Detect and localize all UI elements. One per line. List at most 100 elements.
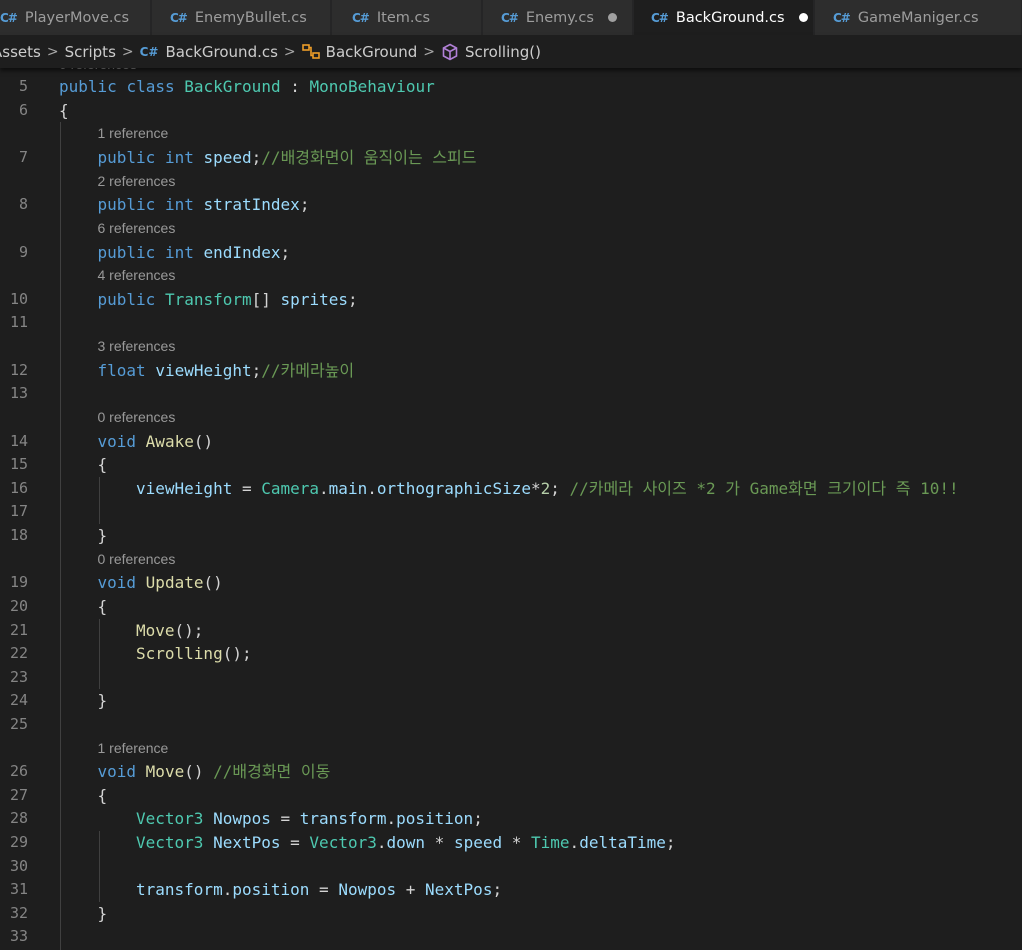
code-text[interactable]: {	[98, 595, 108, 619]
codelens-references[interactable]: 1 reference	[98, 737, 169, 761]
tab-enemybullet[interactable]: C# EnemyBullet.cs	[152, 0, 331, 35]
code-line: 23	[0, 666, 1022, 690]
code-token: //카메라 사이즈 *2 가 Game화면 크기이다 즉 10!!	[569, 478, 959, 498]
code-token: orthographicSize	[376, 478, 531, 498]
code-text[interactable]: }	[98, 689, 108, 713]
tab-enemy[interactable]: C# Enemy.cs	[483, 0, 633, 35]
unsaved-changes-dot-icon[interactable]	[607, 13, 617, 22]
code-token: ()	[193, 431, 214, 451]
tab-label: Item.cs	[376, 9, 431, 26]
breadcrumb-folder-assets[interactable]: Assets	[0, 43, 41, 61]
code-text[interactable]: {	[59, 99, 69, 123]
code-token: //카메라높이	[261, 360, 355, 380]
code-line: 5 public class BackGround : MonoBehaviour	[0, 75, 1022, 99]
code-line: 32}	[0, 902, 1022, 926]
code-token: ;	[473, 809, 483, 829]
code-token: float	[97, 360, 146, 380]
code-text[interactable]: void Move() //배경화면 이동	[98, 760, 331, 784]
code-text[interactable]: public class BackGround : MonoBehaviour	[59, 75, 435, 99]
breadcrumb-class-label: BackGround	[325, 42, 418, 61]
tab-playermove[interactable]: C# PlayerMove.cs	[0, 0, 151, 35]
code-token: =	[280, 833, 310, 852]
line-number: 26	[9, 762, 28, 781]
code-text[interactable]: {	[98, 453, 108, 477]
line-number: 22	[9, 644, 28, 663]
code-text[interactable]: {	[98, 784, 108, 808]
code-token: .	[569, 833, 580, 852]
tab-item[interactable]: C# Item.cs	[332, 0, 482, 35]
indent-guide	[98, 831, 100, 902]
tab-label: GameManiger.cs	[857, 9, 979, 26]
code-token: Vector3	[309, 833, 377, 852]
code-token: Camera	[261, 478, 320, 498]
code-text[interactable]: }	[98, 524, 108, 548]
breadcrumb-file[interactable]: C# BackGround.cs	[140, 43, 278, 61]
code-text[interactable]: public int speed;//배경화면이 움직이는 스피드	[98, 146, 477, 170]
code-token: ;	[665, 833, 676, 852]
indent-guide	[60, 122, 61, 950]
code-token: public	[97, 147, 156, 167]
tab-label: PlayerMove.cs	[24, 9, 130, 26]
breadcrumb-folder-scripts[interactable]: Scripts	[65, 43, 116, 61]
code-line: 33	[0, 925, 1022, 949]
code-text[interactable]: Vector3 NextPos = Vector3.down * speed *…	[136, 831, 676, 855]
line-number: 23	[9, 667, 28, 686]
code-text[interactable]: Move();	[136, 619, 203, 643]
code-token: ;	[251, 147, 262, 167]
line-number: 25	[9, 714, 28, 733]
chevron-right-icon: >	[283, 43, 296, 60]
code-text[interactable]: transform.position = Nowpos + NextPos;	[136, 878, 502, 902]
codelens-references[interactable]: 1 reference	[98, 122, 169, 146]
codelens-references[interactable]: 4 references	[98, 264, 176, 288]
code-text[interactable]: public int endIndex;	[98, 241, 291, 265]
code-token: sprites	[280, 289, 348, 309]
codelens-references[interactable]: 0 references	[98, 406, 176, 430]
codelens-references[interactable]: 2 references	[98, 170, 176, 194]
code-editor[interactable]: 0 references 5 public class BackGround : …	[0, 68, 1022, 950]
code-token: .	[367, 478, 377, 498]
tab-gamemaniger[interactable]: C# GameManiger.cs	[815, 0, 1022, 35]
codelens-references[interactable]: 6 references	[98, 217, 176, 241]
tab-background[interactable]: C# BackGround.cs	[634, 0, 814, 35]
code-token: =	[270, 809, 300, 829]
code-text[interactable]: }	[98, 902, 108, 926]
line-number: 15	[9, 455, 28, 474]
breadcrumb-class[interactable]: BackGround	[301, 42, 418, 61]
code-line: 11	[0, 311, 1022, 335]
code-text[interactable]: public int stratIndex;	[98, 193, 310, 217]
code-text[interactable]: Vector3 Nowpos = transform.position;	[136, 807, 483, 831]
breadcrumb-method[interactable]: Scrolling()	[441, 43, 541, 61]
codelens-references[interactable]: 0 references	[98, 548, 176, 572]
code-text[interactable]: void Awake()	[98, 430, 214, 454]
code-token: BackGround	[184, 77, 281, 96]
code-text[interactable]: Scrolling();	[136, 642, 252, 666]
line-number: 20	[9, 596, 28, 615]
line-number: 7	[18, 147, 28, 166]
code-token: void	[97, 762, 137, 782]
code-line: 31 transform.position = Nowpos + NextPos;	[0, 878, 1022, 902]
code-token: {	[59, 100, 69, 120]
code-text[interactable]: float viewHeight;//카메라높이	[98, 359, 355, 383]
code-text[interactable]: void Update()	[98, 571, 223, 595]
code-token: ;	[299, 195, 310, 215]
line-number: 8	[18, 195, 28, 214]
code-line: 29 Vector3 NextPos = Vector3.down * speed…	[0, 831, 1022, 855]
class-symbol-icon	[301, 43, 320, 59]
code-token: position	[396, 809, 474, 829]
line-number: 17	[9, 502, 28, 521]
code-text[interactable]: viewHeight = Camera.main.orthographicSiz…	[136, 477, 959, 501]
code-token: Time	[531, 833, 570, 852]
codelens-references[interactable]: 3 references	[98, 335, 176, 359]
code-token: {	[97, 596, 108, 616]
line-number: 5	[18, 77, 28, 95]
code-text[interactable]: public Transform[] sprites;	[98, 288, 358, 312]
unsaved-changes-dot-icon[interactable]	[798, 13, 808, 22]
